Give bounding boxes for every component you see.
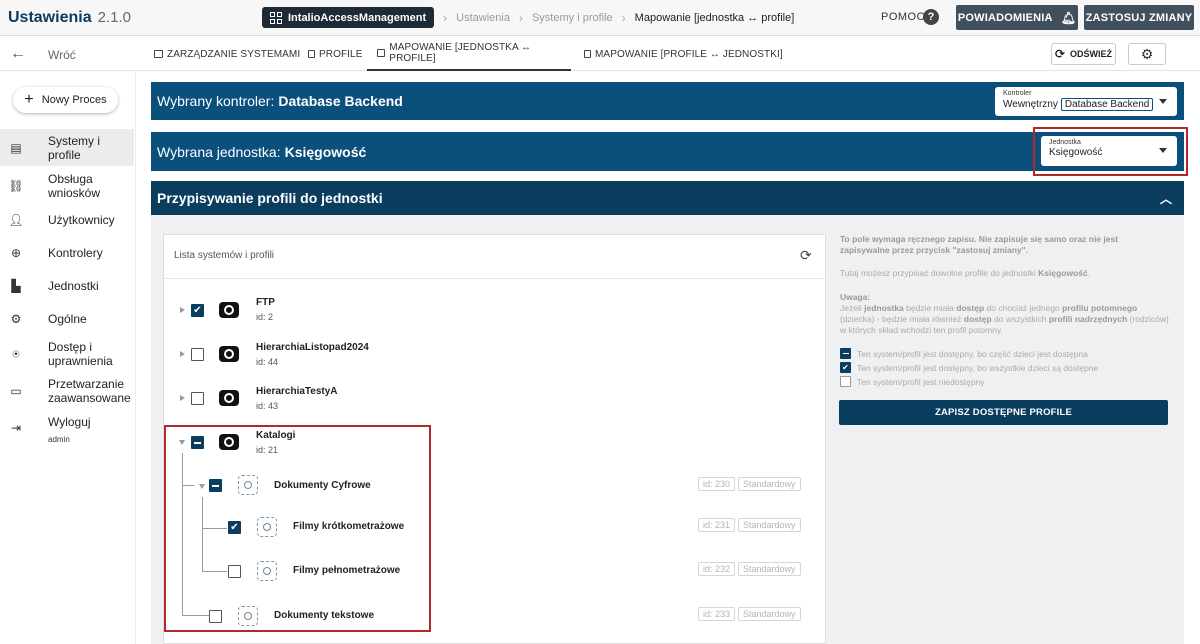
legend-partial: Ten system/profil jest dostępny, bo częś… <box>840 348 1088 359</box>
chevron-up-icon[interactable]: ︿ <box>1160 190 1172 207</box>
system-id: id: 2 <box>256 312 274 322</box>
breadcrumb-current: Mapowanie [jednostka ↔ profile] <box>634 11 795 24</box>
globe-icon: ⊕ <box>10 246 22 260</box>
apply-changes-button[interactable]: ZASTOSUJ ZMIANY <box>1084 5 1194 30</box>
breadcrumb: IntalioAccessManagement › Ustawienia › S… <box>262 7 794 28</box>
sidebar-item-requests[interactable]: ⛓ Obsługa wniosków <box>0 168 134 204</box>
note-title: Uwaga: <box>840 292 871 302</box>
profile-id-badge: id: 232 <box>698 562 736 576</box>
chevron-right-icon: › <box>443 10 448 25</box>
system-icon <box>219 302 239 318</box>
expand-arrow-icon[interactable] <box>180 395 185 401</box>
divider <box>164 278 825 279</box>
app-version: 2.1.0 <box>97 9 131 26</box>
app-title: Ustawienia <box>8 8 92 26</box>
highlight-frame-unit-select <box>1033 127 1188 176</box>
expand-arrow-icon[interactable] <box>180 351 185 357</box>
sidebar: + Nowy Proces ▤ Systemy i profile ⛓ Obsł… <box>0 72 136 644</box>
refresh-button[interactable]: ⟳ ODŚWIEŻ <box>1051 43 1116 65</box>
legend-unchecked: Ten system/profil jest niedostępny <box>840 376 985 387</box>
selected-unit-name: Księgowość <box>284 143 367 160</box>
tab-profiles[interactable]: PROFILE <box>308 37 363 71</box>
terminal-icon: ▭ <box>10 384 22 398</box>
new-process-button[interactable]: + Nowy Proces <box>13 87 118 113</box>
refresh-icon[interactable]: ⟳ <box>800 247 812 264</box>
nav-row: ← Wróć ZARZĄDZANIE SYSTEMAMI PROFILE MAP… <box>0 37 1200 71</box>
system-name: FTP <box>256 297 275 308</box>
help-icon[interactable]: ? <box>923 9 939 25</box>
assign-info: Tutaj możesz przypisać dowolne profile d… <box>840 268 1091 278</box>
document-icon <box>584 50 591 58</box>
profile-type-badge: Standardowy <box>738 518 801 532</box>
bell-icon: 🔔︎ <box>1060 10 1077 25</box>
back-arrow-icon[interactable]: ← <box>10 45 26 63</box>
profile-type-badge: Standardowy <box>738 562 801 576</box>
selected-controller-name: Database Backend <box>278 93 403 109</box>
sidebar-item-users[interactable]: 👤︎ Użytkownicy <box>0 210 134 230</box>
plus-icon: + <box>24 91 34 108</box>
monitor-icon <box>154 50 163 58</box>
logout-icon: ⇥ <box>10 421 22 435</box>
expand-arrow-icon[interactable] <box>180 307 185 313</box>
system-id: id: 44 <box>256 357 279 367</box>
notifications-button[interactable]: POWIADOMIENIA 🔔︎ <box>956 5 1078 30</box>
partial-checkbox-icon <box>840 348 851 359</box>
highlight-frame-katalogi <box>164 425 431 632</box>
note-text: Jeżeli jednostka będzie miała dostęp do … <box>840 303 1169 335</box>
profile-id-badge: id: 230 <box>698 477 736 491</box>
mapping-icon <box>377 49 386 57</box>
tab-system-management[interactable]: ZARZĄDZANIE SYSTEMAMI <box>154 37 300 71</box>
sidebar-item-access[interactable]: ⍟ Dostęp i uprawnienia <box>0 338 134 370</box>
profile-type-badge: Standardowy <box>738 477 801 491</box>
checked-checkbox-icon: ✔ <box>840 362 851 373</box>
profile-type-badge: Standardowy <box>738 607 801 621</box>
badge-icon: ⍟ <box>12 346 20 361</box>
system-name: HierarchiaListopad2024 <box>256 342 369 353</box>
profile-icon <box>308 50 315 58</box>
breadcrumb-root[interactable]: IntalioAccessManagement <box>262 7 435 28</box>
section-header[interactable]: Przypisywanie profili do jednostki ︿ <box>151 181 1184 215</box>
grid-icon <box>270 11 282 24</box>
system-checkbox[interactable] <box>191 348 204 361</box>
chevron-right-icon: › <box>621 10 626 25</box>
system-checkbox[interactable] <box>191 392 204 405</box>
breadcrumb-item[interactable]: Ustawienia <box>456 12 510 24</box>
system-id: id: 43 <box>256 401 279 411</box>
empty-checkbox-icon <box>840 376 851 387</box>
manual-save-warning: To pole wymaga ręcznego zapisu. Nie zapi… <box>840 234 1119 255</box>
refresh-icon: ⟳ <box>1054 47 1066 61</box>
breadcrumb-item[interactable]: Systemy i profile <box>532 12 613 24</box>
system-icon <box>219 346 239 362</box>
controller-select[interactable]: Kontroler Wewnętrzny Database Backend <box>995 87 1177 116</box>
chevron-right-icon: › <box>518 10 523 25</box>
system-name: HierarchiaTestyA <box>256 386 338 397</box>
system-icon <box>219 390 239 406</box>
sidebar-item-units[interactable]: ▙ Jednostki <box>0 276 134 296</box>
settings-box-icon: ⚙ <box>10 312 22 326</box>
workflow-icon: ⛓ <box>8 179 24 193</box>
save-profiles-button[interactable]: ZAPISZ DOSTĘPNE PROFILE <box>839 400 1168 425</box>
chevron-down-icon <box>1159 99 1167 104</box>
sidebar-item-logout[interactable]: ⇥ Wyloguj admin <box>0 412 134 446</box>
users-icon: 👤︎ <box>8 213 24 227</box>
sidebar-item-general[interactable]: ⚙ Ogólne <box>0 309 134 329</box>
system-checkbox[interactable]: ✔ <box>191 304 204 317</box>
help-label[interactable]: POMOC <box>881 11 925 23</box>
tab-mapping-profiles-units[interactable]: MAPOWANIE [PROFILE ↔ JEDNOSTKI] <box>584 37 783 71</box>
unit-banner: Wybrana jednostka: Księgowość <box>151 132 1184 171</box>
gear-icon: ⚙ <box>1140 45 1154 62</box>
settings-button[interactable]: ⚙ <box>1128 43 1166 65</box>
server-icon: ▤ <box>10 140 22 155</box>
back-link[interactable]: Wróć <box>48 48 76 62</box>
sidebar-item-systems[interactable]: ▤ Systemy i profile <box>0 129 134 166</box>
tab-mapping-unit-profiles[interactable]: MAPOWANIE [JEDNOSTKA ↔ PROFILE] <box>367 37 571 71</box>
sidebar-item-controllers[interactable]: ⊕ Kontrolery <box>0 243 134 263</box>
tree-title: Lista systemów i profili <box>174 250 275 261</box>
building-icon: ▙ <box>11 279 21 293</box>
profile-id-badge: id: 233 <box>698 607 736 621</box>
sidebar-item-advanced[interactable]: ▭ Przetwarzanie zaawansowane <box>0 375 134 407</box>
legend-checked: ✔ Ten system/profil jest dostępny, bo ws… <box>840 362 1098 373</box>
profile-id-badge: id: 231 <box>698 518 736 532</box>
